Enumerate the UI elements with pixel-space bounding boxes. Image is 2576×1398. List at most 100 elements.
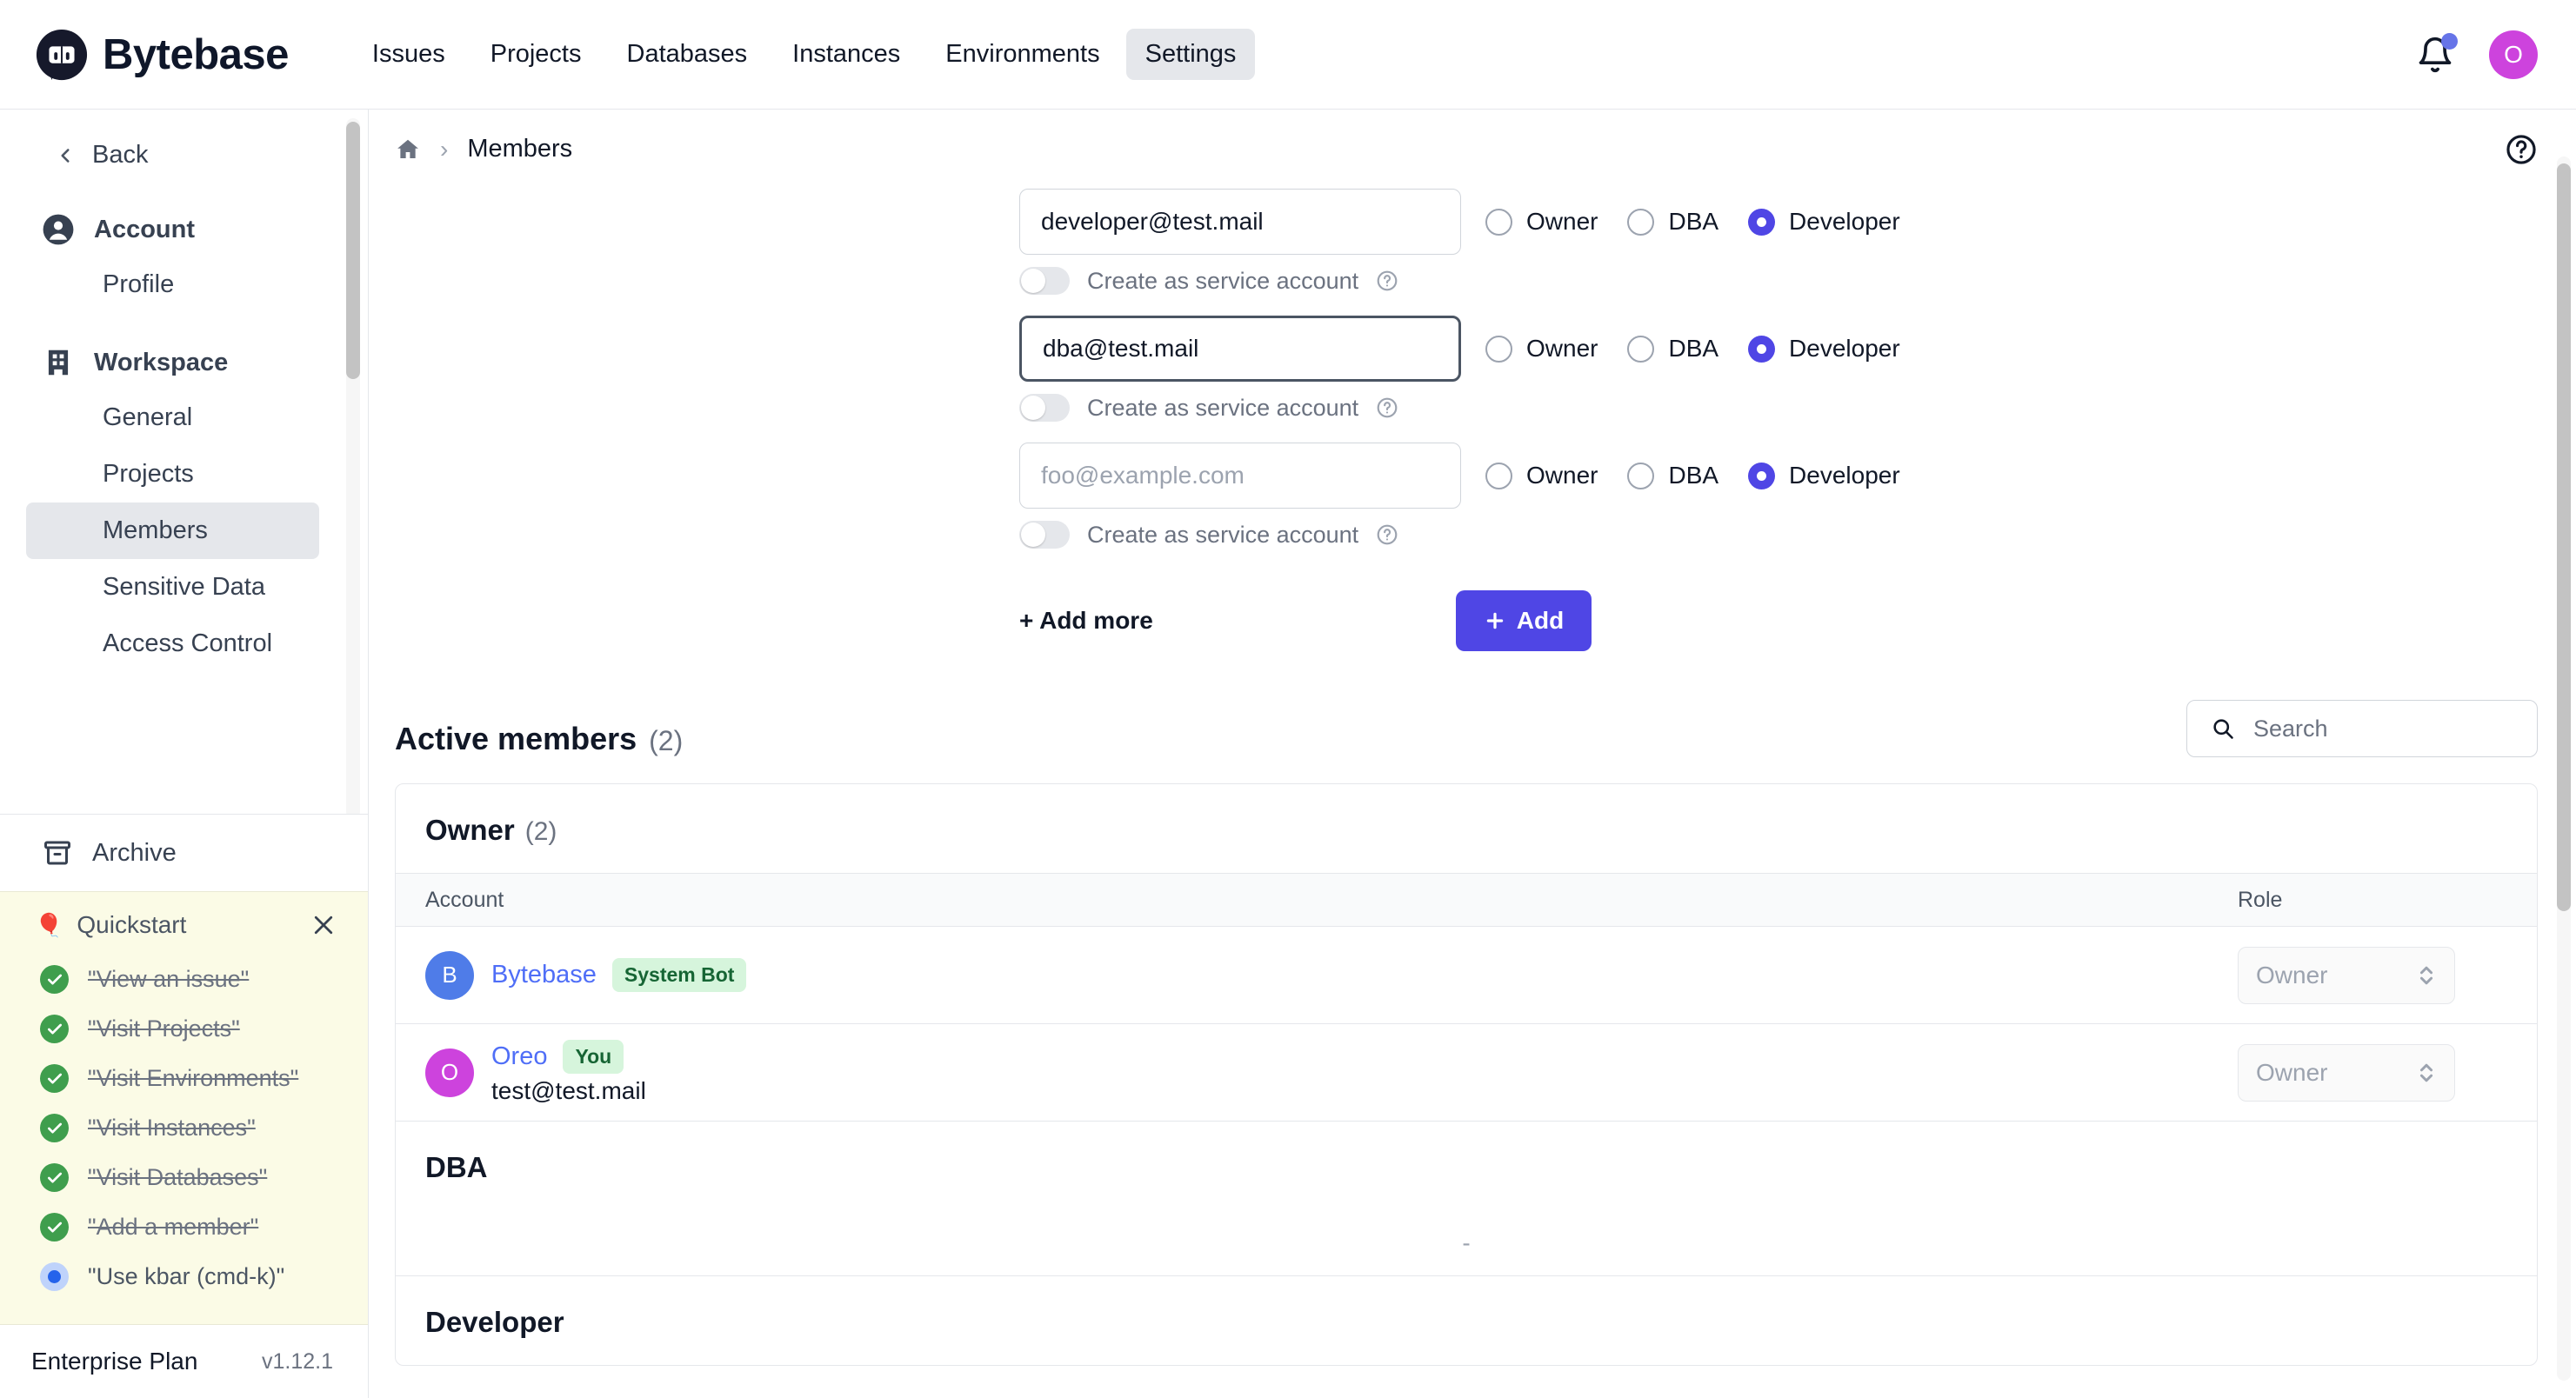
- check-circle-icon: [40, 1015, 69, 1043]
- nav-item-settings[interactable]: Settings: [1126, 29, 1256, 80]
- check-circle-icon: [40, 1213, 69, 1242]
- check-circle-icon: [40, 965, 69, 994]
- quickstart-item-label: "Visit Databases": [88, 1164, 267, 1191]
- add-button-label: Add: [1517, 607, 1564, 635]
- quickstart-item[interactable]: "Visit Projects": [0, 1004, 368, 1054]
- role-option-dba[interactable]: DBA: [1627, 208, 1718, 236]
- help-circle-icon[interactable]: [1376, 396, 1398, 419]
- quickstart-item[interactable]: "Add a member": [0, 1202, 368, 1252]
- sidebar-item-sensitive-data[interactable]: Sensitive Data: [26, 559, 319, 616]
- account-name-row: Bytebase System Bot: [491, 958, 746, 992]
- role-option-owner[interactable]: Owner: [1485, 335, 1598, 363]
- main-content: › Members Owner DBA Devel: [369, 110, 2576, 1398]
- radio-icon: [1485, 336, 1512, 363]
- search-input[interactable]: [2186, 700, 2538, 757]
- check-circle-icon: [40, 1064, 69, 1093]
- archive-icon: [42, 837, 73, 869]
- chevron-left-icon: [54, 144, 77, 167]
- quickstart-item-label: "Visit Projects": [88, 1015, 240, 1042]
- role-option-dba[interactable]: DBA: [1627, 335, 1718, 363]
- account-name-link[interactable]: Oreo: [491, 1042, 547, 1071]
- email-field[interactable]: [1019, 189, 1461, 255]
- back-label: Back: [92, 141, 148, 170]
- group-header-dba: DBA: [396, 1122, 2537, 1210]
- sidebar-item-general[interactable]: General: [26, 389, 319, 446]
- service-account-toggle[interactable]: [1019, 394, 1070, 422]
- nav-item-databases[interactable]: Databases: [608, 29, 767, 80]
- nav-item-issues[interactable]: Issues: [353, 29, 464, 80]
- account-name-link[interactable]: Bytebase: [491, 961, 597, 989]
- home-icon[interactable]: [395, 136, 421, 163]
- building-icon: [42, 346, 75, 379]
- service-account-toggle[interactable]: [1019, 267, 1070, 295]
- help-circle-icon[interactable]: [1376, 270, 1398, 292]
- balloon-icon: 🎈: [35, 914, 63, 936]
- email-field[interactable]: [1019, 316, 1461, 382]
- main-scrollbar-thumb[interactable]: [2557, 163, 2571, 911]
- quickstart-item[interactable]: "Visit Databases": [0, 1153, 368, 1202]
- form-actions: + Add more Add: [395, 590, 2576, 651]
- service-account-row: Create as service account: [395, 509, 2576, 549]
- role-select[interactable]: Owner: [2238, 1044, 2455, 1102]
- user-avatar[interactable]: O: [2489, 30, 2538, 79]
- close-icon[interactable]: [310, 912, 337, 938]
- quickstart-item[interactable]: "Use kbar (cmd-k)": [0, 1252, 368, 1301]
- role-option-dba[interactable]: DBA: [1627, 462, 1718, 489]
- nav-item-environments[interactable]: Environments: [926, 29, 1118, 80]
- account-info: Oreo You test@test.mail: [491, 1040, 646, 1105]
- role-label: DBA: [1668, 208, 1718, 236]
- quickstart-item[interactable]: "Visit Instances": [0, 1103, 368, 1153]
- account-email: test@test.mail: [491, 1077, 646, 1105]
- radio-current-icon: [40, 1262, 69, 1291]
- add-more-button[interactable]: + Add more: [1019, 607, 1153, 635]
- role-option-developer[interactable]: Developer: [1748, 462, 1900, 489]
- add-button[interactable]: Add: [1456, 590, 1592, 651]
- role-radio-group: Owner DBA Developer: [1485, 316, 1930, 382]
- quickstart-header: 🎈 Quickstart: [0, 911, 368, 939]
- top-navigation-bar: Bytebase Issues Projects Databases Insta…: [0, 0, 2576, 110]
- role-label: Developer: [1789, 208, 1900, 236]
- email-field[interactable]: [1019, 443, 1461, 509]
- column-header-role: Role: [2224, 888, 2537, 913]
- quickstart-item[interactable]: "View an issue": [0, 955, 368, 1004]
- cell-role: Owner: [2224, 947, 2537, 1004]
- sidebar-group-account-label: Account: [94, 216, 195, 244]
- sidebar-group-workspace: Workspace: [0, 336, 368, 389]
- service-account-toggle[interactable]: [1019, 521, 1070, 549]
- role-option-owner[interactable]: Owner: [1485, 208, 1598, 236]
- archive-label: Archive: [92, 839, 177, 868]
- nav-item-instances[interactable]: Instances: [773, 29, 919, 80]
- notification-button[interactable]: [2416, 36, 2454, 74]
- help-circle-icon[interactable]: [2505, 133, 2538, 166]
- sidebar-item-access-control[interactable]: Access Control: [26, 616, 319, 672]
- role-option-owner[interactable]: Owner: [1485, 462, 1598, 489]
- role-option-developer[interactable]: Developer: [1748, 208, 1900, 236]
- role-select[interactable]: Owner: [2238, 947, 2455, 1004]
- group-header-developer: Developer: [396, 1276, 2537, 1365]
- sidebar-item-archive[interactable]: Archive: [0, 814, 368, 891]
- radio-icon: [1627, 209, 1654, 236]
- sidebar-item-profile[interactable]: Profile: [26, 256, 319, 313]
- toggle-knob: [1021, 269, 1045, 293]
- cell-account: O Oreo You test@test.mail: [396, 1040, 2224, 1105]
- table-row[interactable]: O Oreo You test@test.mail Owner: [396, 1024, 2537, 1122]
- table-header-row: Account Role: [396, 873, 2537, 927]
- sidebar-group-workspace-label: Workspace: [94, 349, 228, 377]
- back-button[interactable]: Back: [0, 129, 368, 182]
- role-option-developer[interactable]: Developer: [1748, 335, 1900, 363]
- radio-icon: [1485, 209, 1512, 236]
- sidebar-item-projects[interactable]: Projects: [26, 446, 319, 503]
- invite-row: Owner DBA Developer: [395, 189, 2576, 255]
- brand-logo-group[interactable]: Bytebase: [35, 28, 289, 82]
- quickstart-item-label: "Use kbar (cmd-k)": [88, 1263, 284, 1290]
- role-label: DBA: [1668, 335, 1718, 363]
- plan-name[interactable]: Enterprise Plan: [31, 1348, 197, 1375]
- quickstart-item[interactable]: "Visit Environments": [0, 1054, 368, 1103]
- help-circle-icon[interactable]: [1376, 523, 1398, 546]
- nav-item-projects[interactable]: Projects: [471, 29, 601, 80]
- table-row[interactable]: B Bytebase System Bot Owner: [396, 927, 2537, 1024]
- sidebar-scrollbar-thumb[interactable]: [346, 122, 360, 379]
- radio-checked-icon: [1748, 463, 1775, 489]
- sidebar-item-members[interactable]: Members: [26, 503, 319, 559]
- service-account-label: Create as service account: [1087, 395, 1358, 422]
